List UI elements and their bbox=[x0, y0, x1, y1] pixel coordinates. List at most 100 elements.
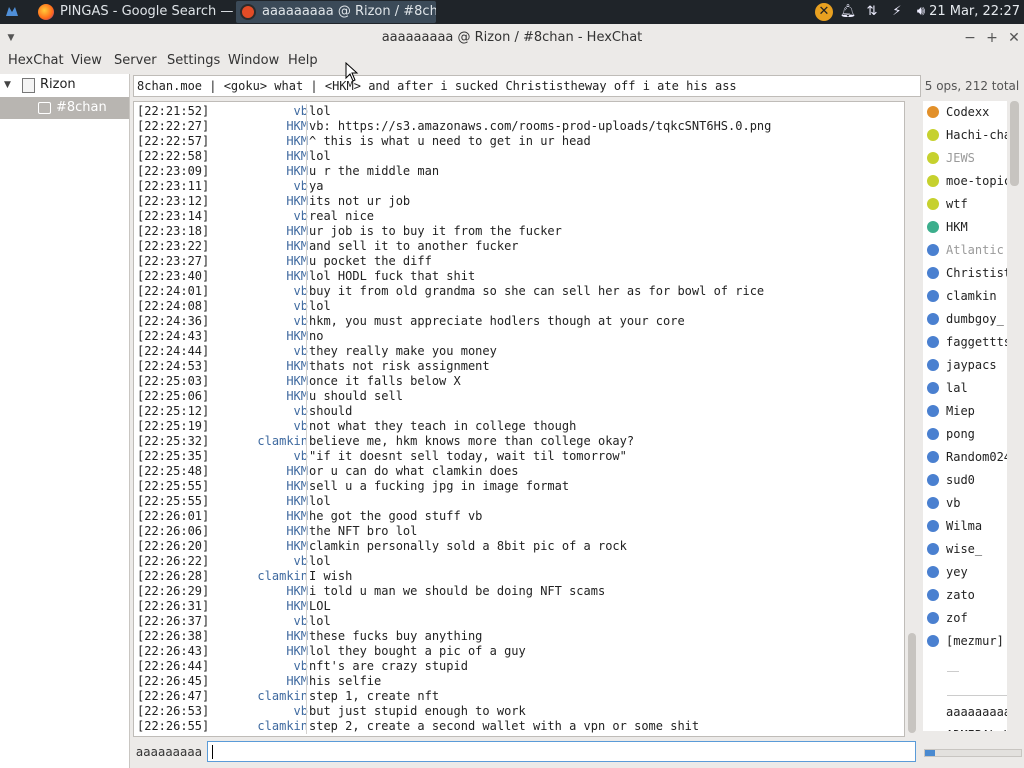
message-nick[interactable]: HKM bbox=[138, 119, 308, 134]
message-nick[interactable]: vb bbox=[138, 449, 308, 464]
chat-message[interactable]: [22:24:43] HKM no bbox=[134, 329, 904, 344]
chat-message[interactable]: [22:26:20] HKM clamkin personally sold a 8… bbox=[134, 539, 904, 554]
user-list-item[interactable]: Christist bbox=[923, 262, 1007, 285]
user-list-item[interactable]: wtf bbox=[923, 193, 1007, 216]
message-nick[interactable]: HKM bbox=[138, 494, 308, 509]
user-list-item[interactable]: clamkin bbox=[923, 285, 1007, 308]
minimize-button[interactable]: − bbox=[961, 29, 979, 47]
chat-message[interactable]: [22:25:32] clamkin believe me, hkm knows m… bbox=[134, 434, 904, 449]
chat-message[interactable]: [22:23:14] vb real nice bbox=[134, 209, 904, 224]
message-nick[interactable]: HKM bbox=[138, 509, 308, 524]
user-list-item[interactable]: moe-topic bbox=[923, 170, 1007, 193]
message-nick[interactable]: HKM bbox=[138, 644, 308, 659]
chat-message[interactable]: [22:26:55] clamkin step 2, create a second… bbox=[134, 719, 904, 734]
message-nick[interactable]: vb bbox=[138, 404, 308, 419]
user-list-item[interactable]: ADMIRAL_H bbox=[923, 724, 1007, 731]
expander-icon[interactable]: ▼ bbox=[4, 74, 11, 96]
message-nick[interactable]: vb bbox=[138, 104, 308, 119]
chat-message[interactable]: [22:22:57] HKM ^ this is what u need to ge… bbox=[134, 134, 904, 149]
chat-message[interactable]: [22:23:18] HKM ur job is to buy it from th… bbox=[134, 224, 904, 239]
user-list-item[interactable]: Hachi-cha bbox=[923, 124, 1007, 147]
chat-log[interactable]: [22:21:52] vb lol [22:22:27] HKM vb: https://… bbox=[133, 101, 905, 737]
window-titlebar[interactable]: ▼ aaaaaaaaa @ Rizon / #8chan - HexChat −… bbox=[0, 24, 1024, 52]
message-nick[interactable]: HKM bbox=[138, 629, 308, 644]
chat-message[interactable]: [22:25:48] HKM or u can do what clamkin do… bbox=[134, 464, 904, 479]
hexchat-tray-icon[interactable]: ✕ bbox=[815, 3, 833, 21]
power-icon[interactable]: ⚡ bbox=[888, 3, 906, 21]
message-nick[interactable]: vb bbox=[138, 704, 308, 719]
taskbar-hexchat-task[interactable]: aaaaaaaaa @ Rizon / #8cha... bbox=[236, 1, 436, 23]
chat-message[interactable]: [22:24:36] vb hkm, you must appreciate hod… bbox=[134, 314, 904, 329]
chat-message[interactable]: [22:26:29] HKM i told u man we should be d… bbox=[134, 584, 904, 599]
user-list-item[interactable]: Codexx bbox=[923, 101, 1007, 124]
chat-message[interactable]: [22:26:01] HKM he got the good stuff vb bbox=[134, 509, 904, 524]
clock[interactable]: 21 Mar, 22:27 bbox=[929, 0, 1020, 24]
chat-message[interactable]: [22:26:28] clamkin I wish bbox=[134, 569, 904, 584]
tree-channel-8chan[interactable]: #8chan bbox=[0, 97, 129, 119]
chat-message[interactable]: [22:25:06] HKM u should sell bbox=[134, 389, 904, 404]
message-nick[interactable]: vb bbox=[138, 209, 308, 224]
message-nick[interactable]: vb bbox=[138, 554, 308, 569]
user-list-item[interactable]: yey bbox=[923, 561, 1007, 584]
user-list-item[interactable]: dumbgoy_ bbox=[923, 308, 1007, 331]
close-button[interactable]: ✕ bbox=[1005, 29, 1023, 47]
chat-message[interactable]: [22:23:27] HKM u pocket the diff bbox=[134, 254, 904, 269]
taskbar-firefox-task[interactable]: PINGAS - Google Search — ... bbox=[34, 1, 234, 23]
user-list-item[interactable]: pong bbox=[923, 423, 1007, 446]
chat-message[interactable]: [22:23:22] HKM and sell it to another fuck… bbox=[134, 239, 904, 254]
chat-message[interactable]: [22:26:53] vb but just stupid enough to wo… bbox=[134, 704, 904, 719]
network-icon[interactable]: ⇅ bbox=[863, 3, 881, 21]
message-nick[interactable]: clamkin bbox=[138, 689, 308, 704]
message-nick[interactable]: clamkin bbox=[138, 719, 308, 734]
topic-field[interactable]: 8chan.moe | <goku> what | <HKM> and afte… bbox=[133, 75, 921, 97]
message-nick[interactable]: vb bbox=[138, 659, 308, 674]
user-list-item[interactable]: faggettts bbox=[923, 331, 1007, 354]
chat-message[interactable]: [22:24:44] vb they really make you money bbox=[134, 344, 904, 359]
message-nick[interactable]: HKM bbox=[138, 599, 308, 614]
user-list-item[interactable]: zato bbox=[923, 584, 1007, 607]
menu-hexchat[interactable]: HexChat bbox=[8, 50, 64, 72]
user-list-item[interactable]: JEWS bbox=[923, 147, 1007, 170]
user-list-item[interactable]: sud0 bbox=[923, 469, 1007, 492]
chat-message[interactable]: [22:22:27] HKM vb: https://s3.amazonaws.co… bbox=[134, 119, 904, 134]
chat-message[interactable]: [22:26:43] HKM lol they bought a pic of a … bbox=[134, 644, 904, 659]
user-list-item[interactable]: lal bbox=[923, 377, 1007, 400]
user-list-item[interactable]: Wilma bbox=[923, 515, 1007, 538]
chat-message[interactable]: [22:25:03] HKM once it falls below X bbox=[134, 374, 904, 389]
chat-message[interactable]: [22:26:31] HKM LOL bbox=[134, 599, 904, 614]
user-list[interactable]: Codexx Hachi-cha JEWS moe-topic wtf HKM Atlant… bbox=[923, 101, 1007, 731]
volume-icon[interactable]: 🔊︎ bbox=[912, 3, 930, 21]
message-nick[interactable]: HKM bbox=[138, 389, 308, 404]
message-nick[interactable]: clamkin bbox=[138, 434, 308, 449]
chat-message[interactable]: [22:23:40] HKM lol HODL fuck that shit bbox=[134, 269, 904, 284]
message-nick[interactable]: vb bbox=[138, 299, 308, 314]
chat-message[interactable]: [22:25:12] vb should bbox=[134, 404, 904, 419]
menu-view[interactable]: View bbox=[71, 50, 102, 72]
chat-scroll-thumb[interactable] bbox=[908, 633, 916, 733]
chat-message[interactable]: [22:26:37] vb lol bbox=[134, 614, 904, 629]
chat-message[interactable]: [22:25:19] vb not what they teach in colle… bbox=[134, 419, 904, 434]
menu-server[interactable]: Server bbox=[114, 50, 157, 72]
message-nick[interactable]: clamkin bbox=[138, 569, 308, 584]
user-list-item[interactable]: [mezmur] bbox=[923, 630, 1007, 653]
app-menu-button[interactable] bbox=[4, 1, 24, 23]
message-nick[interactable]: HKM bbox=[138, 359, 308, 374]
message-nick[interactable]: HKM bbox=[138, 164, 308, 179]
user-list-item[interactable]: aaaaaaaaa bbox=[923, 701, 1007, 724]
user-list-item[interactable]: zof bbox=[923, 607, 1007, 630]
chat-message[interactable]: [22:25:55] HKM sell u a fucking jpg in ima… bbox=[134, 479, 904, 494]
message-nick[interactable]: vb bbox=[138, 614, 308, 629]
message-nick[interactable]: vb bbox=[138, 419, 308, 434]
chat-message[interactable]: [22:24:01] vb buy it from old grandma so s… bbox=[134, 284, 904, 299]
message-nick[interactable]: HKM bbox=[138, 539, 308, 554]
chat-message[interactable]: [22:23:11] vb ya bbox=[134, 179, 904, 194]
menu-window[interactable]: Window bbox=[228, 50, 279, 72]
bell-icon[interactable]: 🔔︎ bbox=[839, 3, 857, 21]
message-nick[interactable]: HKM bbox=[138, 149, 308, 164]
chat-message[interactable]: [22:26:06] HKM the NFT bro lol bbox=[134, 524, 904, 539]
message-nick[interactable]: HKM bbox=[138, 254, 308, 269]
chat-message[interactable]: [22:26:38] HKM these fucks buy anything bbox=[134, 629, 904, 644]
message-nick[interactable]: HKM bbox=[138, 524, 308, 539]
chat-message[interactable]: [22:24:53] HKM thats not risk assignment bbox=[134, 359, 904, 374]
message-nick[interactable]: HKM bbox=[138, 239, 308, 254]
